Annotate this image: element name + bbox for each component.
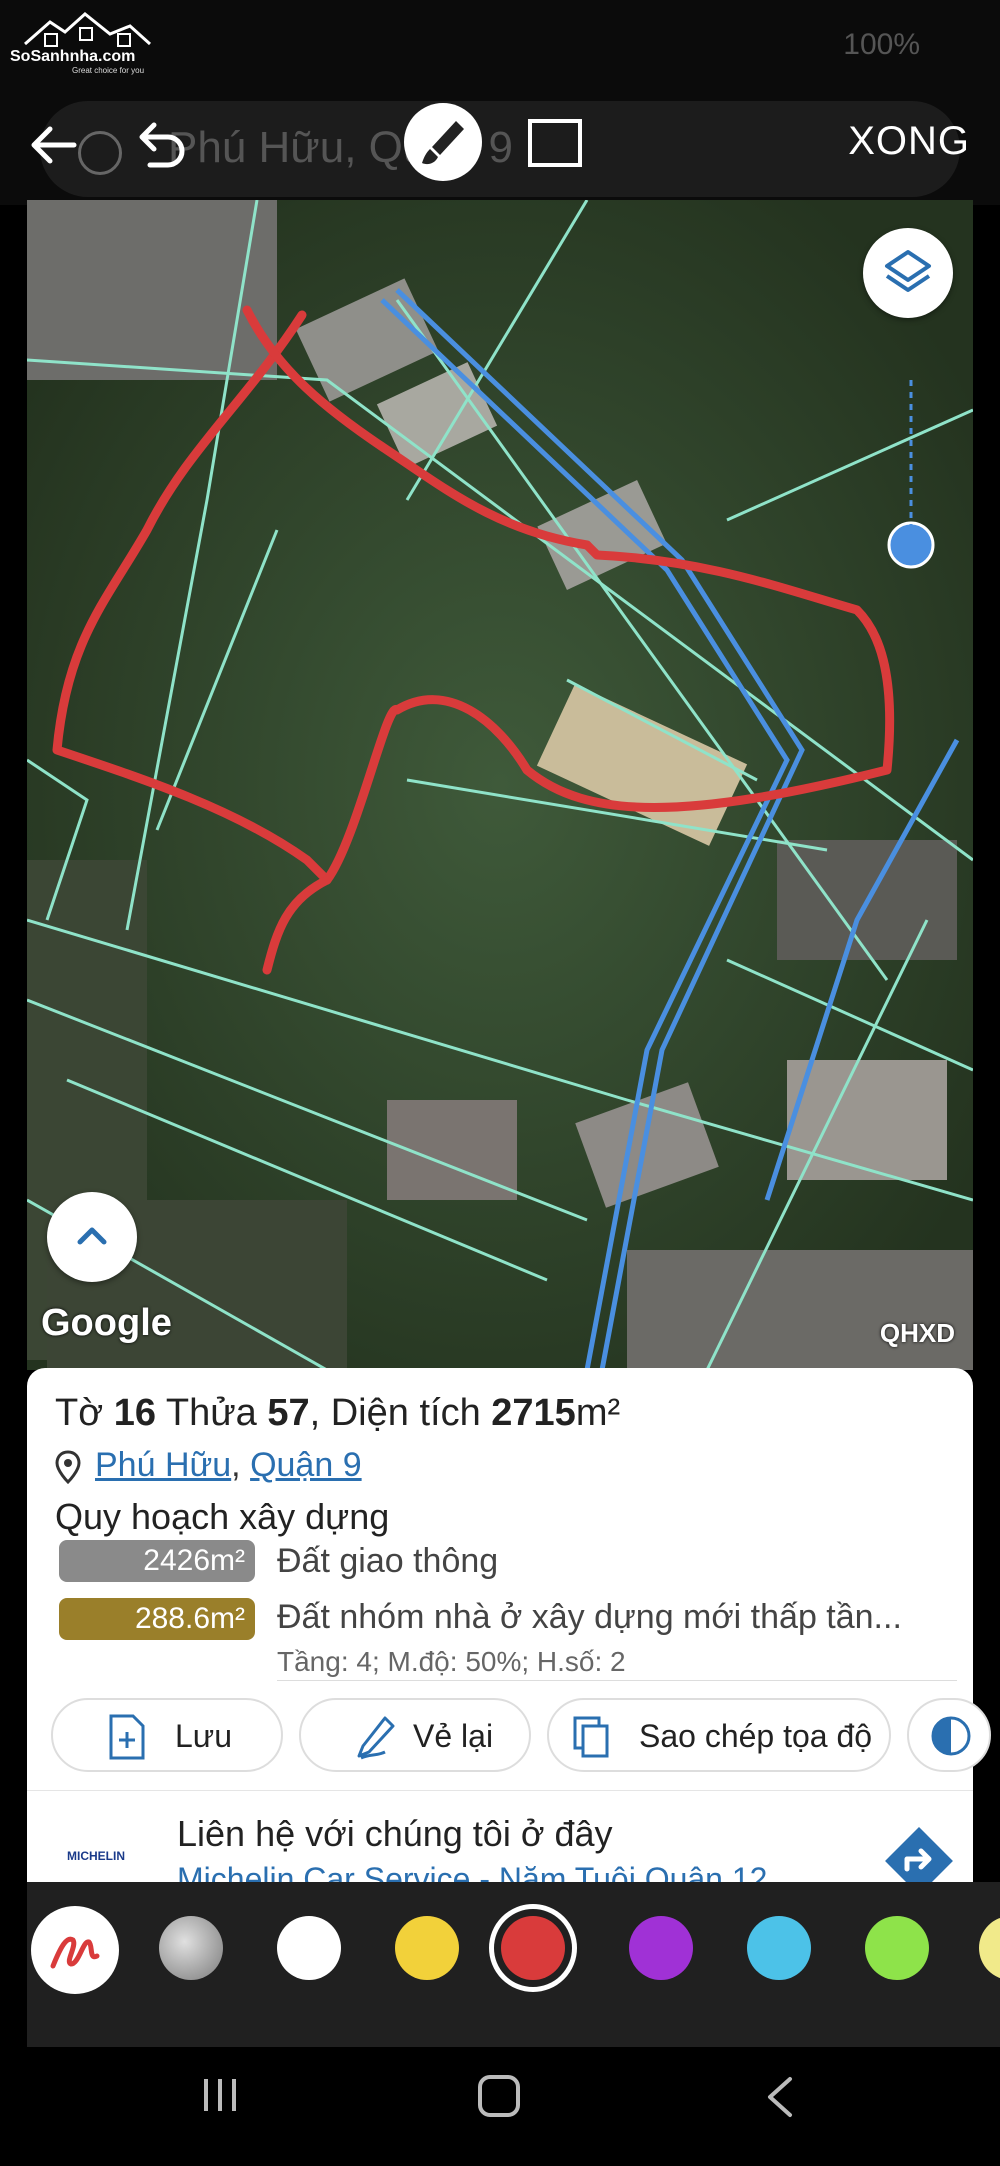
plan-heading: Quy hoạch xây dựng	[55, 1496, 390, 1537]
done-button[interactable]: XONG	[848, 119, 970, 164]
ward-link[interactable]: Phú Hữu	[95, 1446, 231, 1484]
location-pin-icon	[55, 1450, 81, 1485]
back-arrow-icon[interactable]	[24, 115, 84, 175]
color-swatch-red[interactable]	[501, 1916, 565, 1980]
save-label: Lưu	[175, 1718, 233, 1754]
undo-icon[interactable]	[130, 115, 190, 175]
recent-apps-icon[interactable]	[200, 2077, 240, 2113]
rectangle-tool-button[interactable]	[528, 119, 582, 167]
district-link[interactable]: Quận 9	[250, 1446, 362, 1484]
color-swatch-green[interactable]	[865, 1916, 929, 1980]
color-swatch-gray[interactable]	[159, 1916, 223, 1980]
color-palette	[27, 1882, 1000, 2047]
chevron-up-icon	[77, 1227, 107, 1245]
home-button[interactable]	[478, 2075, 520, 2117]
area-value: 2715	[491, 1392, 576, 1434]
sponsored-ad[interactable]: MICHELIN Liên hệ với chúng tôi ở đây Mic…	[27, 1790, 973, 1897]
satellite-map[interactable]: Google QHXD	[27, 200, 973, 1370]
link-separator: ,	[231, 1446, 251, 1484]
color-swatch-yellow[interactable]	[395, 1916, 459, 1980]
sheet-number: 16	[113, 1392, 156, 1434]
google-logo: Google	[41, 1302, 172, 1344]
color-swatch-white[interactable]	[277, 1916, 341, 1980]
layers-icon	[885, 250, 931, 292]
divider	[277, 1680, 957, 1681]
title-prefix: Tờ	[55, 1392, 104, 1434]
action-row: Lưu Vẻ lại Sao chép tọa độ	[51, 1698, 991, 1774]
more-button[interactable]	[907, 1698, 991, 1772]
save-button[interactable]: Lưu	[51, 1698, 283, 1772]
system-nav-bar	[0, 2047, 1000, 2166]
zone-detail: Tầng: 4; M.độ: 50%; H.số: 2	[277, 1646, 626, 1677]
redraw-label: Vẻ lại	[413, 1718, 494, 1754]
add-file-icon	[109, 1714, 145, 1760]
pen-draw-icon	[357, 1716, 395, 1760]
status-bar: SoSanhnha.com Great choice for you 100%	[0, 0, 1000, 95]
layers-button[interactable]	[863, 228, 953, 318]
scribble-icon	[50, 1936, 100, 1969]
contrast-icon	[931, 1716, 971, 1756]
zone-area-badge: 2426m²	[59, 1540, 255, 1582]
avatar	[78, 131, 122, 175]
layer-label: QHXD	[879, 1318, 955, 1348]
battery-level: 100%	[843, 28, 920, 61]
copy-coordinates-button[interactable]: Sao chép tọa độ	[547, 1698, 891, 1772]
expand-up-button[interactable]	[47, 1192, 137, 1282]
brand-name: SoSanhnha.com	[10, 48, 136, 65]
ad-logo: MICHELIN	[67, 1849, 125, 1863]
zone-label: Đất nhóm nhà ở xây dựng mới thấp tần...	[277, 1598, 902, 1636]
edit-toolbar: Phú Hữu, Quận 9 XONG	[0, 95, 1000, 205]
color-swatch-purple[interactable]	[629, 1916, 693, 1980]
zone-label: Đất giao thông	[277, 1542, 499, 1580]
parcel-number: 57	[267, 1392, 310, 1434]
color-swatch-cyan[interactable]	[747, 1916, 811, 1980]
brush-icon	[422, 121, 464, 165]
color-swatch-light-yellow[interactable]	[979, 1916, 1000, 1980]
nav-back-icon[interactable]	[760, 2075, 800, 2119]
copy-icon	[573, 1716, 609, 1758]
parcel-word: Thửa	[165, 1392, 257, 1434]
redraw-button[interactable]: Vẻ lại	[299, 1698, 531, 1772]
area-word: , Diện tích	[309, 1392, 481, 1434]
location-row: Phú Hữu, Quận 9	[55, 1446, 362, 1485]
parcel-title: Tờ 16 Thửa 57, Diện tích 2715m²	[55, 1392, 620, 1435]
brush-tool-button[interactable]	[404, 103, 482, 181]
brand-tagline: Great choice for you	[72, 66, 145, 75]
pen-style-button[interactable]	[31, 1906, 119, 1994]
area-unit: m²	[575, 1392, 621, 1434]
map-canvas	[27, 200, 973, 1370]
copy-label: Sao chép tọa độ	[639, 1718, 873, 1754]
ad-title: Liên hệ với chúng tôi ở đây	[177, 1813, 613, 1854]
zone-area-badge: 288.6m²	[59, 1598, 255, 1640]
